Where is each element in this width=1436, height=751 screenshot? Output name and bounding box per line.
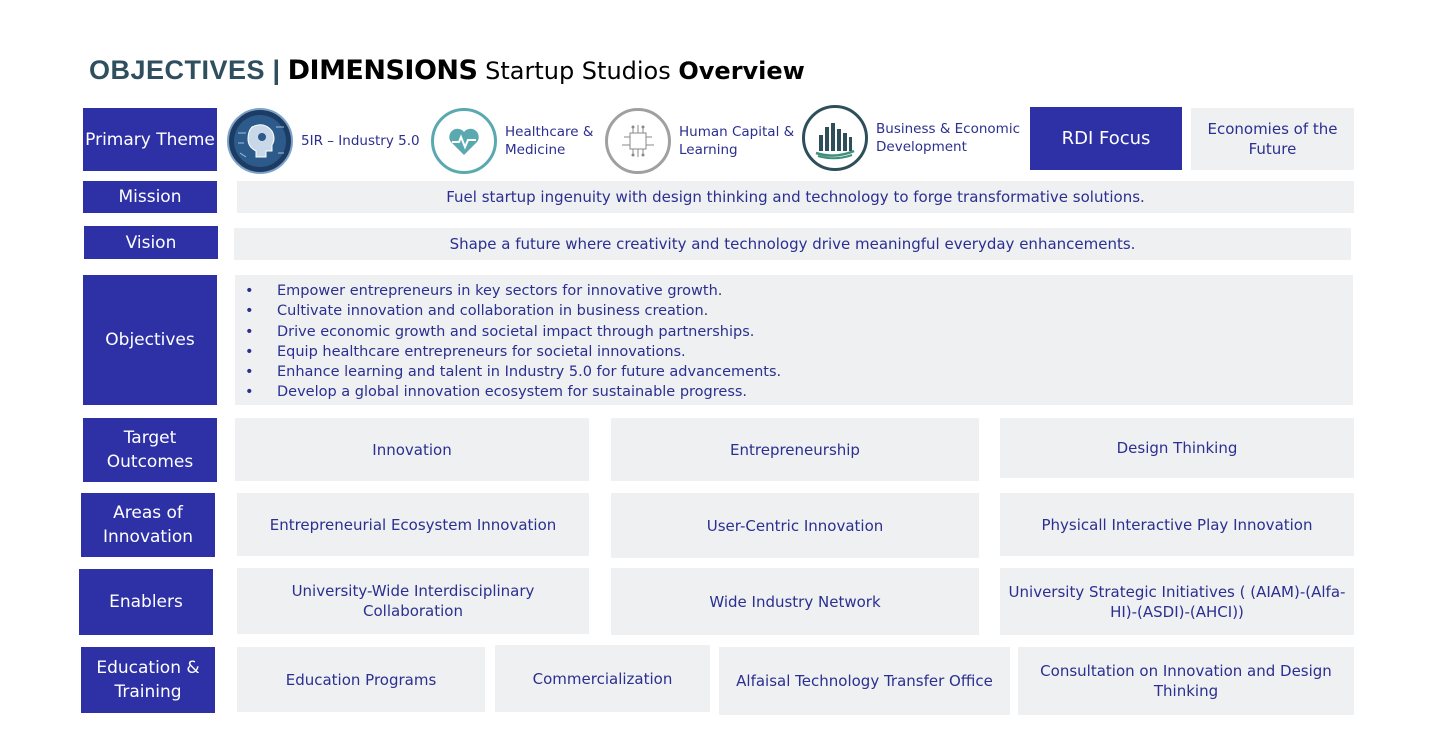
rdi-focus: RDI Focus (1030, 107, 1182, 170)
list-item: Enhance learning and talent in Industry … (245, 362, 1343, 383)
theme-label: Healthcare & Medicine (505, 124, 594, 158)
theme-business: Business & Economic Development (802, 105, 1026, 171)
area-play-innovation: Physicall Interactive Play Innovation (1000, 493, 1354, 556)
list-item: Empower entrepreneurs in key sectors for… (245, 281, 1343, 302)
city-buildings-icon (802, 105, 868, 171)
enabler-university-collaboration: University-Wide Interdisciplinary Collab… (237, 568, 589, 634)
area-user-centric-innovation: User-Centric Innovation (611, 493, 979, 558)
title-startup-studios: Startup Studios (477, 57, 679, 85)
theme-label: Human Capital & Learning (679, 124, 795, 158)
label-objectives: Objectives (83, 275, 217, 405)
list-item: Drive economic growth and societal impac… (245, 322, 1343, 343)
theme-label: 5IR – Industry 5.0 (301, 133, 420, 149)
economies-of-the-future: Economies of the Future (1191, 108, 1354, 170)
page-title: OBJECTIVES | DIMENSIONS Startup Studios … (89, 52, 805, 88)
label-enablers: Enablers (79, 569, 213, 635)
title-objectives: OBJECTIVES (89, 55, 266, 85)
label-areas-of-innovation: Areas of Innovation (81, 493, 215, 557)
theme-label: Business & Economic Development (876, 121, 1020, 155)
education-programs: Education Programs (237, 647, 485, 712)
circuit-icon (605, 108, 671, 174)
objectives-box: Empower entrepreneurs in key sectors for… (235, 275, 1353, 405)
mission-text: Fuel startup ingenuity with design think… (237, 181, 1354, 213)
label-vision: Vision (84, 226, 218, 259)
title-dimensions: DIMENSIONS (287, 55, 478, 86)
label-primary-theme: Primary Theme (83, 108, 217, 171)
label-mission: Mission (83, 181, 217, 213)
consultation-innovation-design: Consultation on Innovation and Design Th… (1018, 647, 1354, 715)
area-ecosystem-innovation: Entrepreneurial Ecosystem Innovation (237, 493, 589, 556)
outcome-design-thinking: Design Thinking (1000, 418, 1354, 478)
robot-head-icon (227, 108, 293, 174)
list-item: Cultivate innovation and collaboration i… (245, 301, 1343, 322)
technology-transfer-office: Alfaisal Technology Transfer Office (719, 647, 1010, 715)
list-item: Develop a global innovation ecosystem fo… (245, 382, 1343, 403)
heart-pulse-icon (431, 108, 497, 174)
theme-healthcare: Healthcare & Medicine (431, 108, 605, 174)
commercialization: Commercialization (495, 645, 710, 712)
label-education-training: Education & Training (81, 647, 215, 713)
label-target-outcomes: Target Outcomes (83, 418, 217, 482)
vision-text: Shape a future where creativity and tech… (234, 228, 1351, 260)
enabler-industry-network: Wide Industry Network (611, 568, 979, 635)
objectives-list: Empower entrepreneurs in key sectors for… (245, 281, 1343, 403)
title-overview: Overview (678, 57, 805, 85)
theme-human-capital: Human Capital & Learning (605, 108, 799, 174)
outcome-entrepreneurship: Entrepreneurship (611, 418, 979, 481)
theme-industry-5: 5IR – Industry 5.0 (227, 108, 420, 174)
list-item: Equip healthcare entrepreneurs for socie… (245, 342, 1343, 363)
outcome-innovation: Innovation (235, 418, 589, 481)
title-separator: | (265, 55, 288, 85)
enabler-strategic-initiatives: University Strategic Initiatives ( (AIAM… (1000, 568, 1354, 635)
